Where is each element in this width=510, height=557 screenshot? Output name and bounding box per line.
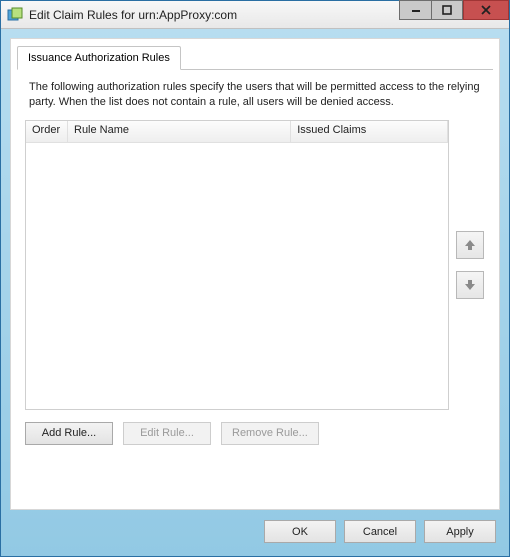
tab-content: The following authorization rules specif… bbox=[17, 69, 493, 503]
remove-rule-button: Remove Rule... bbox=[221, 422, 319, 445]
ok-button[interactable]: OK bbox=[264, 520, 336, 543]
close-icon bbox=[480, 4, 492, 16]
client-area: Issuance Authorization Rules The followi… bbox=[1, 29, 509, 556]
rules-grid[interactable]: Order Rule Name Issued Claims bbox=[25, 120, 449, 410]
window-buttons bbox=[399, 1, 509, 28]
column-rule-name[interactable]: Rule Name bbox=[68, 121, 291, 142]
window-title: Edit Claim Rules for urn:AppProxy:com bbox=[29, 8, 399, 22]
move-up-button[interactable] bbox=[456, 231, 484, 259]
maximize-button[interactable] bbox=[431, 0, 463, 20]
dialog-footer: OK Cancel Apply bbox=[10, 510, 500, 547]
rules-area: Order Rule Name Issued Claims bbox=[25, 120, 485, 410]
tab-issuance-authorization-rules[interactable]: Issuance Authorization Rules bbox=[17, 46, 181, 70]
edit-rule-button: Edit Rule... bbox=[123, 422, 211, 445]
column-order[interactable]: Order bbox=[26, 121, 68, 142]
minimize-button[interactable] bbox=[399, 0, 431, 20]
cancel-button[interactable]: Cancel bbox=[344, 520, 416, 543]
reorder-controls bbox=[455, 120, 485, 410]
arrow-down-icon bbox=[463, 278, 477, 292]
rule-buttons: Add Rule... Edit Rule... Remove Rule... bbox=[25, 422, 485, 445]
apply-button[interactable]: Apply bbox=[424, 520, 496, 543]
app-icon bbox=[7, 7, 23, 23]
grid-header: Order Rule Name Issued Claims bbox=[26, 121, 448, 143]
edit-claim-rules-window: Edit Claim Rules for urn:AppProxy:com Is… bbox=[0, 0, 510, 557]
main-panel: Issuance Authorization Rules The followi… bbox=[10, 38, 500, 510]
add-rule-button[interactable]: Add Rule... bbox=[25, 422, 113, 445]
move-down-button[interactable] bbox=[456, 271, 484, 299]
description-text: The following authorization rules specif… bbox=[25, 80, 485, 110]
arrow-up-icon bbox=[463, 238, 477, 252]
grid-body[interactable] bbox=[26, 143, 448, 409]
maximize-icon bbox=[442, 5, 452, 15]
titlebar: Edit Claim Rules for urn:AppProxy:com bbox=[1, 1, 509, 29]
close-button[interactable] bbox=[463, 0, 509, 20]
column-issued-claims[interactable]: Issued Claims bbox=[291, 121, 448, 142]
minimize-icon bbox=[411, 5, 421, 15]
tab-strip: Issuance Authorization Rules bbox=[11, 39, 499, 69]
